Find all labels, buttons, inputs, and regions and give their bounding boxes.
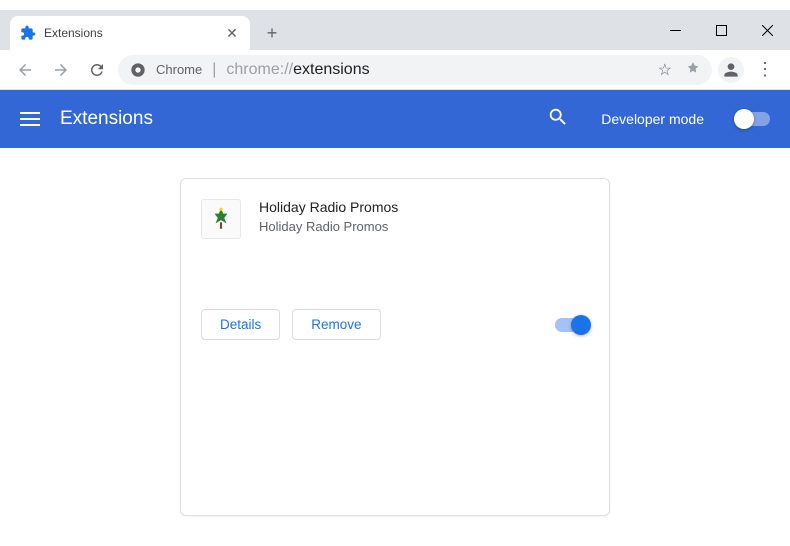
window-controls [652,10,790,50]
chrome-icon [130,62,146,78]
browser-toolbar: Chrome | chrome://extensions ☆ ⋮ [0,50,790,90]
window-title-bar [0,0,790,10]
close-window-button[interactable] [744,10,790,50]
extension-indicator-icon[interactable] [686,61,700,78]
extension-name: Holiday Radio Promos [259,199,589,215]
back-button[interactable] [10,55,40,85]
extensions-content: Holiday Radio Promos Holiday Radio Promo… [0,148,790,546]
tab-strip: Extensions ✕ + [0,10,790,50]
maximize-button[interactable] [698,10,744,50]
profile-avatar[interactable] [718,57,744,83]
extension-card: Holiday Radio Promos Holiday Radio Promo… [180,178,610,516]
puzzle-icon [20,25,36,41]
remove-button[interactable]: Remove [292,309,380,340]
extension-description: Holiday Radio Promos [259,219,589,234]
new-tab-button[interactable]: + [258,19,286,47]
browser-tab[interactable]: Extensions ✕ [10,16,250,50]
url-scheme-label: Chrome [156,62,202,77]
extension-icon [201,199,241,239]
url-separator: | [212,61,216,79]
reload-button[interactable] [82,55,112,85]
extensions-header: Extensions Developer mode [0,90,790,148]
bookmark-icon[interactable]: ☆ [658,60,672,80]
developer-mode-toggle[interactable] [736,112,770,126]
details-button[interactable]: Details [201,309,280,340]
forward-button[interactable] [46,55,76,85]
url-text: chrome://extensions [226,61,369,79]
page-title: Extensions [60,108,527,130]
close-icon[interactable]: ✕ [224,25,240,41]
extension-enable-toggle[interactable] [555,318,589,332]
menu-icon[interactable] [20,108,40,130]
search-icon[interactable] [547,106,569,133]
developer-mode-label: Developer mode [601,111,704,127]
minimize-button[interactable] [652,10,698,50]
tab-title: Extensions [44,26,216,40]
address-bar[interactable]: Chrome | chrome://extensions ☆ [118,55,712,85]
browser-menu-button[interactable]: ⋮ [750,59,780,80]
